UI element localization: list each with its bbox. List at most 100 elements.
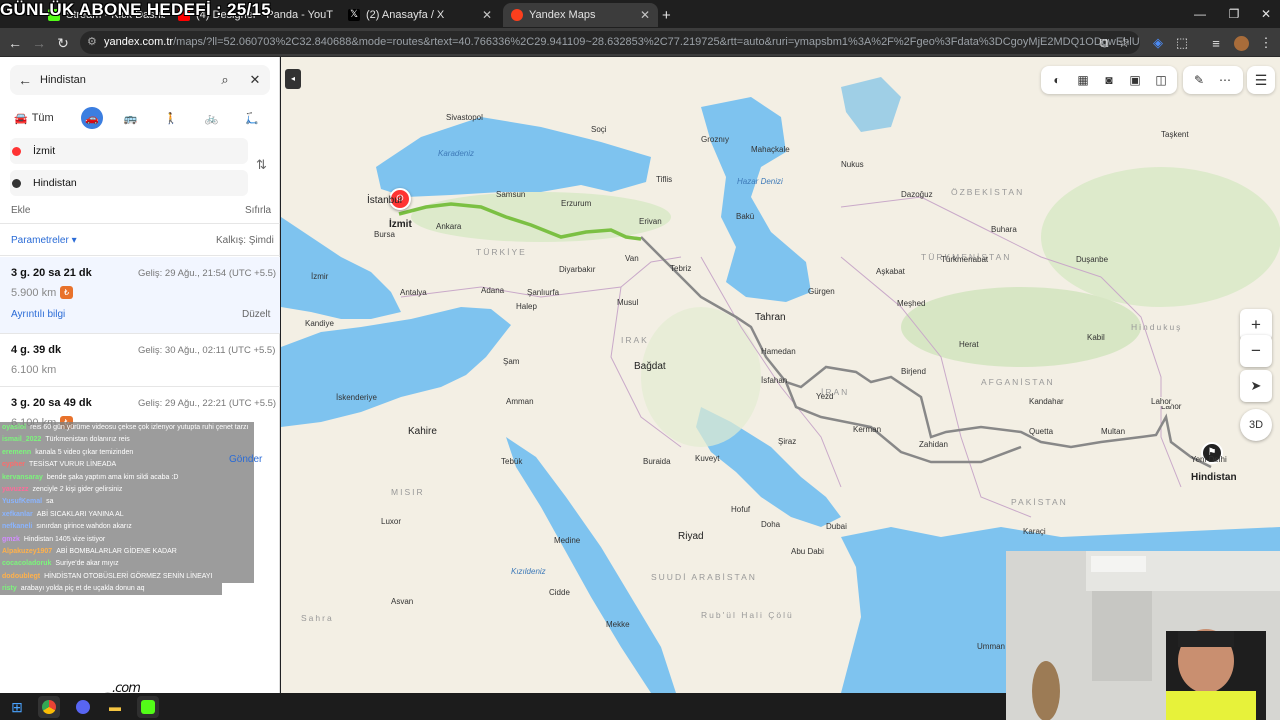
mode-walk-button[interactable]: 🚶 — [151, 106, 191, 130]
bus-icon: 🚌 — [123, 112, 138, 125]
minimize-icon[interactable]: — — [1184, 0, 1216, 28]
map-label-city: Tebriz — [670, 264, 692, 273]
chat-username: xefkanlar — [2, 510, 33, 518]
chat-text: zenciyle 2 kişi gider gelirsiniz — [32, 485, 123, 493]
add-point-link[interactable]: Ekle — [11, 205, 30, 216]
tab-x-home[interactable]: 𝕏 (2) Anasayfa / X ✕ — [340, 3, 500, 27]
discord-taskbar-icon[interactable] — [72, 696, 94, 718]
windows-start-icon[interactable]: ⊞ — [6, 696, 28, 718]
map-label-sea: Karadeniz — [438, 149, 475, 158]
chat-message: gmzk Hindistan 1405 vize istiyor — [0, 533, 254, 546]
map-label-lahor: Lahor — [1151, 397, 1172, 406]
traffic-layer-icon[interactable]: ◐ — [1047, 70, 1067, 90]
map-label-city: Musul — [617, 298, 639, 307]
bookmark-star-icon[interactable]: ☆ — [1114, 33, 1134, 53]
chat-text: arabayı yolda piç et de uçakla donun aq — [20, 585, 145, 593]
address-bar[interactable]: ⚙ yandex.com.tr/maps/?ll=52.060703%2C32.… — [80, 31, 1140, 54]
more-icon[interactable]: ⋯ — [1215, 70, 1235, 90]
map-label-city: Kandiye — [305, 319, 334, 328]
chat-text: ABİ BOMBALARLAR GİDENE KADAR — [56, 547, 177, 555]
transit-icon[interactable]: ▣ — [1125, 70, 1145, 90]
destination-field[interactable]: Hindistan — [10, 170, 248, 196]
my-location-icon[interactable]: ➤ — [1240, 370, 1272, 402]
map-label-city: Cidde — [549, 588, 570, 597]
map-label-country: IRAK — [621, 335, 649, 345]
stream-goal-overlay: GÜNLÜK ABONE HEDEFİ : 25/15 — [0, 0, 272, 19]
map-menu-icon[interactable]: ☰ — [1247, 66, 1275, 94]
route-option-1[interactable]: 3 g. 20 sa 21 dk Geliş: 29 Ağu., 21:54 (… — [0, 257, 280, 333]
map-label-city: Ankara — [436, 222, 462, 231]
chat-message: yavuzzz zenciyle 2 kişi gider gelirsiniz — [0, 483, 254, 497]
profile-avatar[interactable] — [1231, 33, 1251, 53]
map-label-city: Amman — [506, 397, 534, 406]
tab-yandex-maps[interactable]: Yandex Maps ✕ — [503, 3, 658, 27]
map-label-city: Antalya — [400, 288, 427, 297]
map-label-city: Herat — [959, 340, 979, 349]
route-arrival: Geliş: 29 Ağu., 21:54 (UTC +5.5) — [138, 268, 277, 279]
map-label-city: Nukus — [841, 160, 864, 169]
chat-text: sa — [46, 498, 54, 506]
map-label-city: Yezd — [816, 392, 834, 401]
file-explorer-icon[interactable]: ▬ — [104, 696, 126, 718]
details-link[interactable]: Ayrıntılı bilgi — [11, 309, 65, 320]
search-icon[interactable]: ⌕ — [210, 72, 240, 88]
camera-icon[interactable]: ◙ — [1099, 70, 1119, 90]
origin-field[interactable]: İzmit — [10, 138, 248, 164]
x-favicon-icon: 𝕏 — [348, 9, 360, 21]
route-distance: 5.900 km — [11, 287, 57, 299]
mode-bus-button[interactable]: 🚌 — [111, 106, 151, 130]
close-tab-icon[interactable]: ✕ — [640, 8, 650, 22]
route-duration: 3 g. 20 sa 49 dk — [11, 397, 92, 409]
search-box[interactable]: ← Hindistan ⌕ ✕ — [10, 65, 270, 95]
close-tab-icon[interactable]: ✕ — [482, 8, 492, 22]
zoom-out-button[interactable]: − — [1240, 335, 1272, 367]
panorama-icon[interactable]: ▦ — [1073, 70, 1093, 90]
chat-username: dodoublegt — [2, 572, 41, 580]
parameters-dropdown[interactable]: Parametreler ▾ — [11, 235, 77, 246]
media-control-icon[interactable]: ≡ — [1206, 33, 1226, 53]
mode-all-button[interactable]: 🚘 Tüm — [10, 106, 77, 130]
mode-bike-button[interactable]: 🚲 — [191, 106, 231, 130]
reload-icon[interactable]: ↻ — [53, 33, 73, 53]
send-button[interactable]: Gönder — [229, 454, 262, 465]
new-tab-button[interactable]: + — [662, 3, 682, 27]
close-icon[interactable]: ✕ — [240, 72, 270, 88]
chat-message: ismail_2022 Türkmenistan dolanırız reis — [0, 434, 254, 447]
ruler-icon[interactable]: ✎ — [1189, 70, 1209, 90]
back-icon[interactable]: ← — [5, 33, 25, 53]
browser-menu-icon[interactable]: ⋮ — [1256, 33, 1276, 53]
departure-time[interactable]: Kalkış: Şimdi — [216, 235, 274, 246]
layers-icon[interactable]: ◫ — [1151, 70, 1171, 90]
chat-message: cypher TESİSAT VURUR LİNEADA — [0, 459, 254, 472]
collapse-panel-button[interactable]: ◂ — [285, 69, 301, 89]
install-app-icon[interactable]: ⧉ — [1094, 33, 1114, 53]
origin-label: İzmit — [33, 145, 56, 157]
chrome-taskbar-icon[interactable] — [38, 696, 60, 718]
swap-points-icon[interactable]: ⇅ — [256, 157, 267, 173]
extension-icon[interactable]: ◈ — [1148, 33, 1168, 53]
yandex-maps-favicon-icon — [511, 9, 523, 21]
route-duration: 3 g. 20 sa 21 dk — [11, 267, 92, 279]
app-taskbar-icon[interactable] — [137, 696, 159, 718]
map-label-country: Rub'ül Hali Çölü — [701, 610, 794, 620]
reset-link[interactable]: Sıfırla — [245, 205, 271, 216]
edit-route-link[interactable]: Düzelt — [242, 309, 270, 320]
map-label-city: Kahire — [408, 426, 437, 437]
transport-modes: 🚘 Tüm 🚗 🚌 🚶 🚲 🛴 — [10, 105, 272, 131]
map-label-city: Van — [625, 254, 639, 263]
mode-car-button[interactable]: 🚗 — [81, 107, 103, 129]
close-window-icon[interactable]: ✕ — [1250, 0, 1280, 28]
back-arrow-icon[interactable]: ← — [10, 72, 40, 88]
webcam-overlay — [1006, 551, 1280, 720]
forward-icon[interactable]: → — [29, 33, 49, 53]
restore-icon[interactable]: ❐ — [1218, 0, 1250, 28]
extensions-puzzle-icon[interactable]: ⬚ — [1172, 33, 1192, 53]
mode-scooter-button[interactable]: 🛴 — [232, 106, 272, 130]
search-input[interactable]: Hindistan — [40, 74, 210, 86]
map-label-city: Dubai — [826, 522, 847, 531]
chat-username: Alpakuzey1907 — [2, 547, 53, 555]
chat-message: nefkaneli sınırdan girince wahdon akarız — [0, 521, 254, 534]
map-label-city: Kabil — [1087, 333, 1105, 342]
3d-toggle-button[interactable]: 3D — [1240, 409, 1272, 441]
site-info-icon[interactable]: ⚙ — [87, 31, 97, 54]
